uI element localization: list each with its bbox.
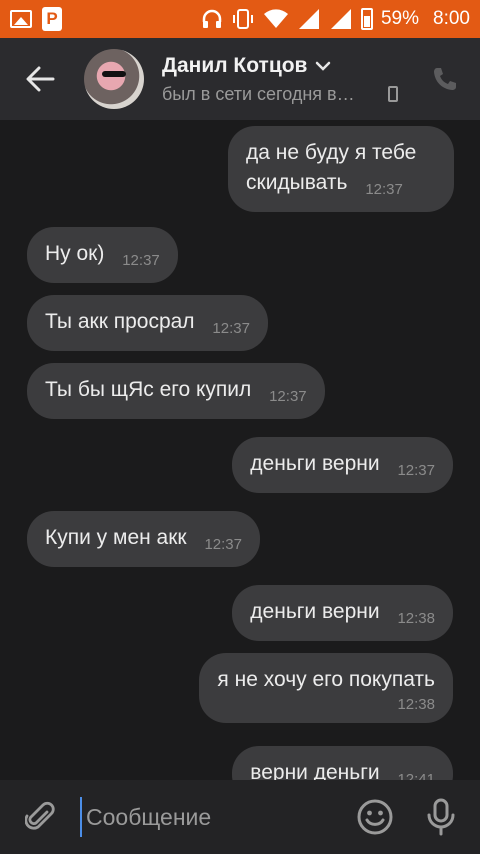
status-time: 8:00 bbox=[433, 8, 470, 29]
microphone-icon bbox=[427, 798, 455, 836]
contact-name: Данил Котцов bbox=[162, 53, 308, 77]
message-time: 12:41 bbox=[397, 771, 435, 780]
message-bubble-incoming[interactable]: Ну ок) 12:37 bbox=[27, 227, 178, 283]
message-text: Ты акк просрал bbox=[45, 310, 195, 333]
image-icon bbox=[10, 10, 32, 28]
vibrate-icon bbox=[232, 9, 253, 29]
back-button[interactable] bbox=[0, 38, 80, 120]
chevron-down-icon[interactable] bbox=[315, 61, 331, 71]
message-text: Купи у мен акк bbox=[45, 526, 187, 549]
chat-header: Данил Котцов был в сети сегодня в… bbox=[0, 38, 480, 120]
signal-icon bbox=[298, 9, 319, 29]
message-time: 12:37 bbox=[269, 388, 307, 405]
message-input[interactable] bbox=[80, 797, 330, 837]
message-bubble-outgoing[interactable]: я не хочу его покупать 12:38 bbox=[199, 653, 453, 723]
message-time: 12:37 bbox=[122, 252, 160, 269]
message-bubble-outgoing[interactable]: деньги верни 12:37 bbox=[232, 437, 453, 493]
message-text: я не хочу его покупать bbox=[217, 668, 435, 691]
status-bar: P 59% 8:00 bbox=[0, 0, 480, 38]
message-composer bbox=[0, 780, 480, 854]
message-time: 12:38 bbox=[397, 610, 435, 627]
message-bubble-outgoing[interactable]: верни деньги 12:41 bbox=[232, 746, 453, 780]
message-text: деньги верни bbox=[250, 600, 380, 623]
chat-title[interactable]: Данил Котцов был в сети сегодня в… bbox=[162, 54, 398, 105]
call-button[interactable] bbox=[410, 38, 480, 120]
message-text: верни деньги bbox=[250, 761, 380, 780]
last-seen-status: был в сети сегодня в… bbox=[162, 83, 355, 104]
message-time: 12:37 bbox=[212, 320, 250, 337]
message-bubble-outgoing[interactable]: да не буду я тебе скидывать 12:37 bbox=[228, 126, 454, 212]
message-bubble-incoming[interactable]: Ты бы щЯс его купил 12:37 bbox=[27, 363, 325, 419]
message-time: 12:38 bbox=[397, 696, 435, 713]
message-bubble-incoming[interactable]: Ты акк просрал 12:37 bbox=[27, 295, 268, 351]
message-text: Ну ок) bbox=[45, 242, 105, 265]
battery-percent: 59% bbox=[380, 8, 420, 29]
signal-icon bbox=[330, 9, 351, 29]
phone-icon bbox=[434, 68, 456, 90]
emoji-icon bbox=[357, 799, 393, 835]
headphones-icon bbox=[202, 9, 222, 28]
wifi-icon bbox=[263, 9, 288, 28]
p-app-icon: P bbox=[42, 7, 62, 31]
emoji-button[interactable] bbox=[350, 780, 400, 854]
avatar[interactable] bbox=[84, 49, 144, 109]
message-bubble-outgoing[interactable]: деньги верни 12:38 bbox=[232, 585, 453, 641]
voice-message-button[interactable] bbox=[416, 780, 466, 854]
message-time: 12:37 bbox=[397, 462, 435, 479]
paperclip-icon bbox=[25, 801, 55, 830]
battery-icon bbox=[360, 8, 373, 30]
message-list[interactable]: да не буду я тебе скидывать 12:37 Ну ок)… bbox=[0, 120, 480, 780]
message-text: деньги верни bbox=[250, 452, 380, 475]
message-time: 12:37 bbox=[365, 181, 403, 198]
message-time: 12:37 bbox=[204, 536, 242, 553]
message-text: Ты бы щЯс его купил bbox=[45, 378, 252, 401]
back-arrow-icon bbox=[26, 66, 55, 92]
mobile-device-icon bbox=[388, 86, 398, 102]
message-bubble-incoming[interactable]: Купи у мен акк 12:37 bbox=[27, 511, 260, 567]
attach-button[interactable] bbox=[0, 780, 80, 854]
